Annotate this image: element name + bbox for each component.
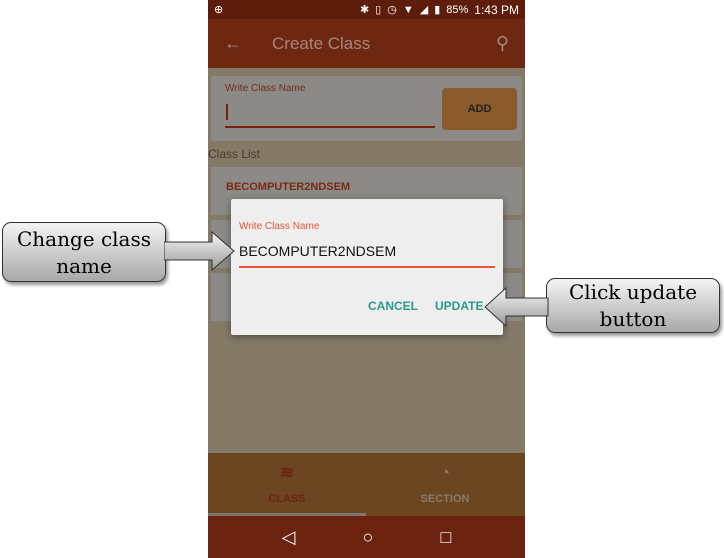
phone-screen: ⊕ ✱ ▯ ◷ ▼ ◢ ▮ 85% 1:43 PM ← Create Class…: [208, 0, 525, 558]
class-name-label: Write Class Name: [225, 83, 306, 94]
bluetooth-icon: ✱: [359, 4, 370, 16]
tab-section[interactable]: ◔ SECTION: [366, 453, 524, 516]
dialog-label: Write Class Name: [239, 221, 320, 232]
wifi-icon: ▼: [402, 3, 414, 16]
layers-icon: ≋: [279, 463, 295, 482]
edit-class-dialog: Write Class Name CANCEL UPDATE: [231, 199, 503, 335]
pie-chart-icon: ◔: [439, 463, 451, 482]
callout-click-update: Click update button: [546, 278, 720, 333]
status-bar: ⊕ ✱ ▯ ◷ ▼ ◢ ▮ 85% 1:43 PM: [208, 0, 525, 19]
cancel-button[interactable]: CANCEL: [368, 299, 418, 313]
callout-change-name: Change class name: [2, 222, 166, 282]
page-title: Create Class: [272, 33, 371, 53]
arrow-right-icon: [164, 230, 235, 272]
text-cursor: [226, 104, 228, 120]
arrow-left-icon[interactable]: ←: [224, 33, 242, 54]
update-button[interactable]: UPDATE: [435, 299, 483, 313]
clock: 1:43 PM: [474, 2, 519, 17]
signal-icon: ◢: [419, 4, 429, 16]
bottom-nav: ≋ CLASS ◔ SECTION: [208, 453, 525, 516]
class-list-label: Class List: [208, 147, 261, 161]
add-button[interactable]: ADD: [442, 88, 517, 130]
arrow-left-icon: [484, 286, 549, 328]
toolbar: ← Create Class ⚲: [208, 19, 525, 68]
battery-icon: ▮: [434, 4, 441, 16]
app-icon: ⊕: [214, 4, 224, 16]
vibrate-icon: ▯: [375, 4, 382, 16]
home-icon[interactable]: ○: [363, 527, 374, 548]
recents-icon[interactable]: □: [441, 527, 452, 548]
tab-class[interactable]: ≋ CLASS: [208, 453, 366, 516]
class-name-input[interactable]: [225, 126, 435, 128]
search-icon[interactable]: ⚲: [496, 33, 509, 54]
field-underline: [239, 266, 495, 268]
battery-level: 85%: [446, 3, 469, 16]
back-icon[interactable]: ◁: [282, 527, 296, 548]
system-nav-bar: ◁ ○ □: [208, 516, 525, 558]
alarm-icon: ◷: [387, 4, 397, 16]
class-name-field[interactable]: [239, 243, 494, 259]
add-class-card: Write Class Name ADD: [211, 76, 522, 141]
